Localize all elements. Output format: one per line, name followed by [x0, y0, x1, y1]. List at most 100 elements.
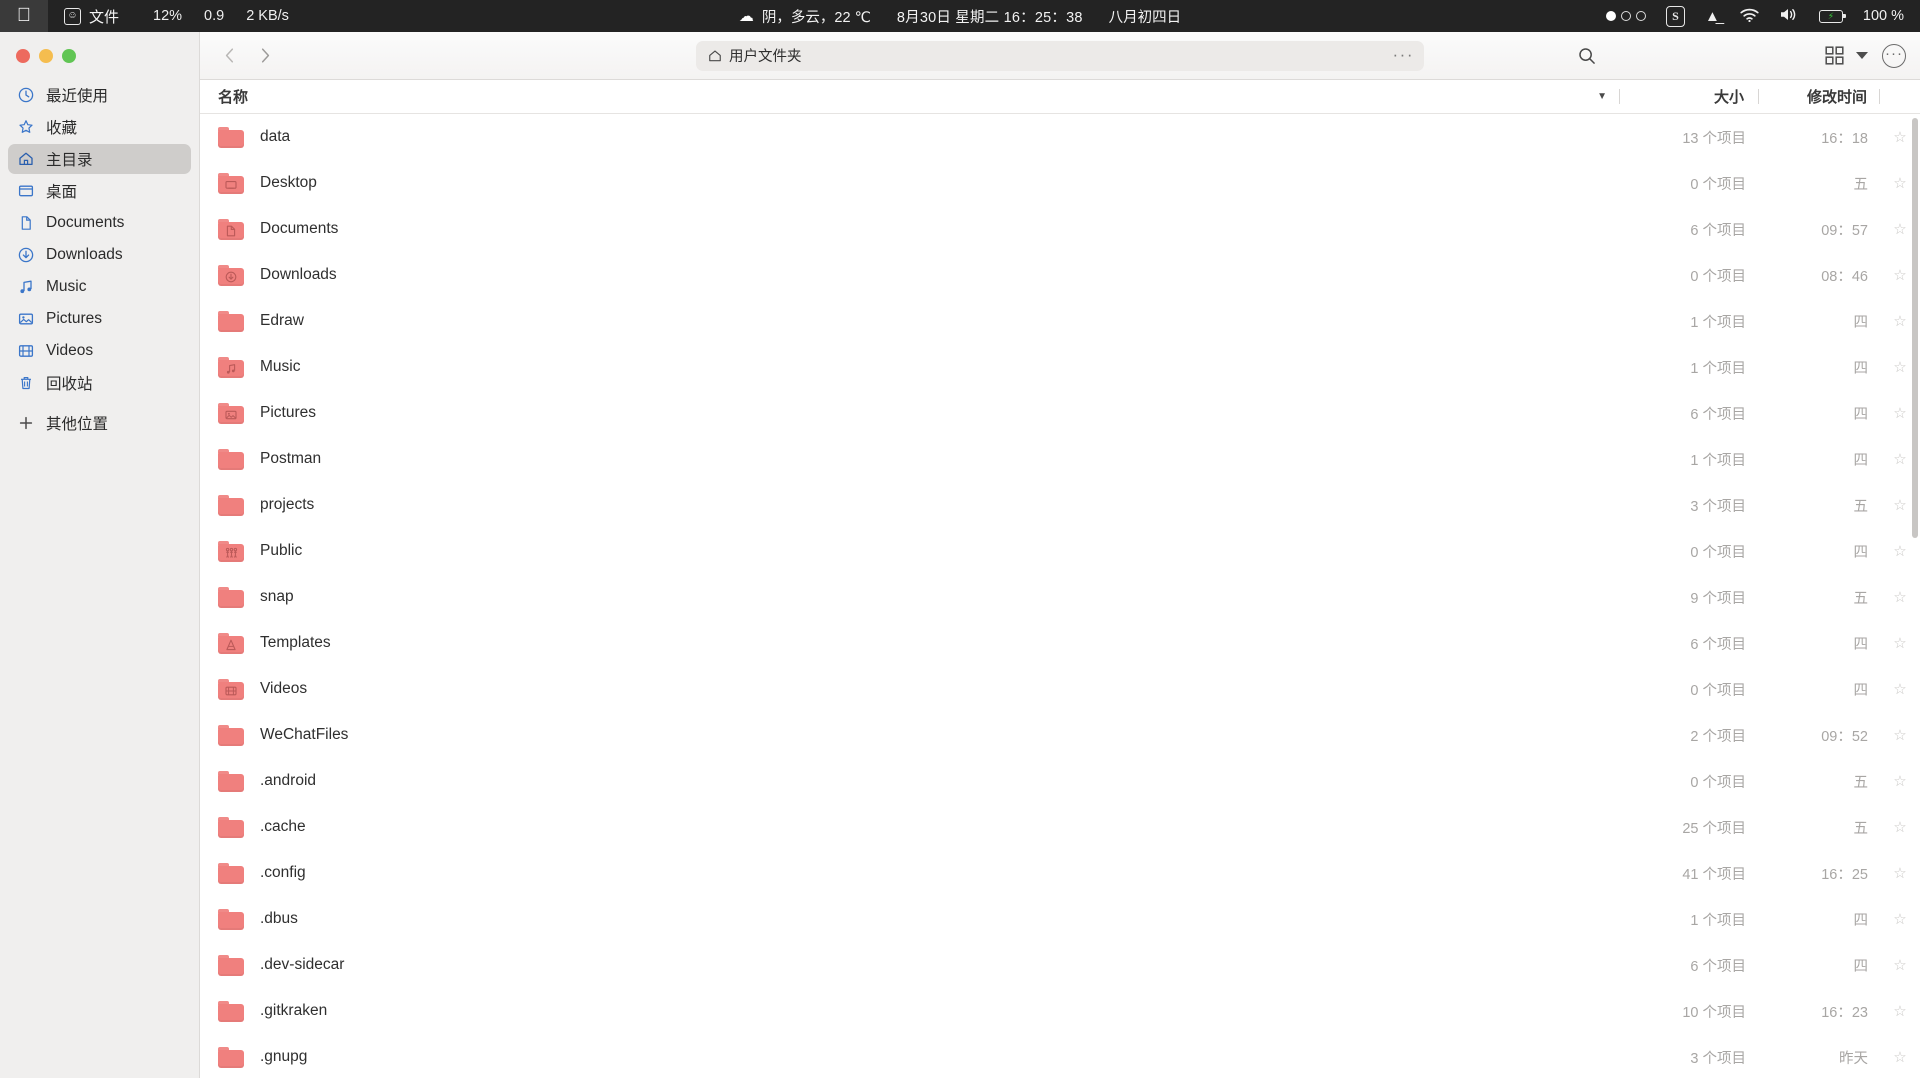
table-row[interactable]: Videos 0 个项目 四 ☆ — [200, 666, 1920, 712]
file-size: 9 个项目 — [1690, 590, 1746, 607]
table-row[interactable]: Postman 1 个项目四 ☆ — [200, 436, 1920, 482]
forward-button[interactable] — [250, 41, 280, 71]
sidebar-item-pictures[interactable]: Pictures — [8, 304, 191, 334]
row-meta: 3 个项目 昨天 ☆ — [1622, 1047, 1920, 1068]
breadcrumb[interactable]: 用户文件夹 — [696, 45, 802, 66]
clock-date[interactable]: 8月30日 星期二 16：25：38 — [897, 6, 1083, 27]
search-button[interactable] — [1572, 41, 1602, 71]
battery-charging-icon[interactable]: ⚡ — [1818, 9, 1846, 23]
table-row[interactable]: .gitkraken 10 个项目 16：23 ☆ — [200, 988, 1920, 1034]
file-name: .gnupg — [260, 1048, 308, 1065]
trash-icon — [17, 374, 35, 392]
sidebar-item-other-locations[interactable]: 其他位置 — [8, 408, 191, 438]
grid-view-button[interactable] — [1825, 41, 1844, 71]
maximize-button[interactable] — [62, 48, 76, 63]
active-app-group[interactable]: ☺ 文件 — [48, 6, 129, 27]
table-row[interactable]: snap 9 个项目 五 ☆ — [200, 574, 1920, 620]
window-controls — [0, 32, 199, 66]
back-button[interactable] — [214, 41, 244, 71]
volume-icon[interactable] — [1779, 7, 1799, 25]
folder-desktop-icon — [218, 172, 244, 194]
favorite-star-icon[interactable]: ☆ — [1880, 864, 1920, 882]
row-meta: 13 个项目 16：18 ☆ — [1622, 127, 1920, 148]
favorite-star-icon[interactable]: ☆ — [1880, 956, 1920, 974]
file-size: 1 个项目 — [1690, 314, 1746, 331]
column-header-name[interactable]: 名称 — [200, 86, 248, 107]
favorite-star-icon[interactable]: ☆ — [1880, 910, 1920, 928]
sidebar-item-recent[interactable]: 最近使用 — [8, 80, 191, 110]
favorite-star-icon[interactable]: ☆ — [1880, 1048, 1920, 1066]
file-size: 3 个项目 — [1690, 498, 1746, 515]
sidebar-item-downloads[interactable]: Downloads — [8, 240, 191, 270]
table-row[interactable]: Music 1 个项目四 ☆ — [200, 344, 1920, 390]
star-icon — [17, 118, 35, 136]
sidebar-item-trash[interactable]: 回收站 — [8, 368, 191, 398]
table-row[interactable]: Pictures 6 个项目四 ☆ — [200, 390, 1920, 436]
table-row[interactable]: .config 41 个项目 16：25 ☆ — [200, 850, 1920, 896]
sidebar-item-favorites[interactable]: 收藏 — [8, 112, 191, 142]
file-name: .config — [260, 864, 306, 881]
view-controls — [1825, 41, 1868, 71]
table-row[interactable]: .cache 25 个项目 五 ☆ — [200, 804, 1920, 850]
ellipsis-icon[interactable]: ··· — [1393, 46, 1414, 63]
weather-widget[interactable]: ☁ 阴，多云，22 ℃ — [739, 6, 871, 27]
table-row[interactable]: Public 0 个项目 四 ☆ — [200, 528, 1920, 574]
table-row[interactable]: Documents 6 个项目 09：57 ☆ — [200, 206, 1920, 252]
finder-icon: ☺ — [64, 7, 81, 25]
sidebar-item-videos[interactable]: Videos — [8, 336, 191, 366]
battery-percent: 100 % — [1862, 8, 1904, 24]
file-size: 6 个项目 — [1690, 406, 1746, 423]
table-row[interactable]: .dev-sidecar 6 个项目 四 ☆ — [200, 942, 1920, 988]
sidebar-item-documents[interactable]: Documents — [8, 208, 191, 238]
window-menu-button[interactable]: ··· — [1882, 43, 1906, 68]
sidebar-item-music[interactable]: Music — [8, 272, 191, 302]
table-row[interactable]: .gnupg 3 个项目 昨天 ☆ — [200, 1034, 1920, 1078]
file-size: 1 个项目 — [1690, 912, 1746, 929]
workspace-indicator[interactable] — [1606, 11, 1647, 21]
file-size: 41 个项目 — [1682, 866, 1746, 883]
view-dropdown-button[interactable] — [1856, 41, 1868, 71]
path-bar[interactable]: 用户文件夹 ··· — [696, 40, 1424, 71]
sogou-ime-icon[interactable]: S — [1666, 5, 1686, 27]
file-list[interactable]: data 13 个项目 16：18 ☆ Desktop 0 个项目五 ☆ Documents 6… — [200, 114, 1920, 1078]
file-modified: 09：57 — [1821, 222, 1868, 239]
sidebar-item-label: 其他位置 — [46, 416, 109, 433]
column-header-size[interactable]: 大小 — [1620, 86, 1758, 107]
sidebar-item-label: 主目录 — [46, 152, 93, 169]
sidebar-item-desktop[interactable]: 桌面 — [8, 176, 191, 206]
file-name: Public — [260, 542, 303, 559]
table-row[interactable]: Downloads 0 个项目 08：46 ☆ — [200, 252, 1920, 298]
wifi-icon[interactable] — [1740, 8, 1759, 25]
favorite-star-icon[interactable]: ☆ — [1880, 542, 1920, 560]
sidebar-item-label: 回收站 — [46, 376, 93, 393]
vertical-scrollbar[interactable] — [1912, 118, 1918, 538]
sidebar-item-label: Downloads — [46, 246, 123, 263]
table-row[interactable]: Templates 6 个项目 四 ☆ — [200, 620, 1920, 666]
column-header-modified[interactable]: 修改时间 — [1759, 86, 1879, 107]
workspace-dot[interactable] — [1621, 11, 1632, 21]
table-row[interactable]: WeChatFiles 2 个项目 09：52 ☆ — [200, 712, 1920, 758]
favorite-star-icon[interactable]: ☆ — [1880, 680, 1920, 698]
table-row[interactable]: Desktop 0 个项目五 ☆ — [200, 160, 1920, 206]
table-row[interactable]: Edraw 1 个项目四 ☆ — [200, 298, 1920, 344]
table-row[interactable]: data 13 个项目 16：18 ☆ — [200, 114, 1920, 160]
favorite-star-icon[interactable]: ☆ — [1880, 818, 1920, 836]
apple-menu-button[interactable]:  — [0, 0, 48, 32]
eject-icon[interactable]: ▲̲ — [1705, 9, 1720, 24]
favorite-star-icon[interactable]: ☆ — [1880, 634, 1920, 652]
workspace-dot[interactable] — [1636, 11, 1647, 21]
sidebar-item-home[interactable]: 主目录 — [8, 144, 191, 174]
table-row[interactable]: .android 0 个项目 五 ☆ — [200, 758, 1920, 804]
workspace-dot-active[interactable] — [1606, 11, 1617, 21]
favorite-star-icon[interactable]: ☆ — [1880, 588, 1920, 606]
favorite-star-icon[interactable]: ☆ — [1880, 772, 1920, 790]
table-row[interactable]: projects 3 个项目五 ☆ — [200, 482, 1920, 528]
close-button[interactable] — [16, 48, 30, 63]
favorite-star-icon[interactable]: ☆ — [1880, 726, 1920, 744]
sort-descending-icon[interactable]: ▼ — [1597, 91, 1607, 102]
favorite-star-icon[interactable]: ☆ — [1880, 1002, 1920, 1020]
folder-plain-icon — [218, 770, 244, 792]
minimize-button[interactable] — [39, 48, 53, 63]
row-meta: 10 个项目 16：23 ☆ — [1622, 1001, 1920, 1022]
table-row[interactable]: .dbus 1 个项目 四 ☆ — [200, 896, 1920, 942]
